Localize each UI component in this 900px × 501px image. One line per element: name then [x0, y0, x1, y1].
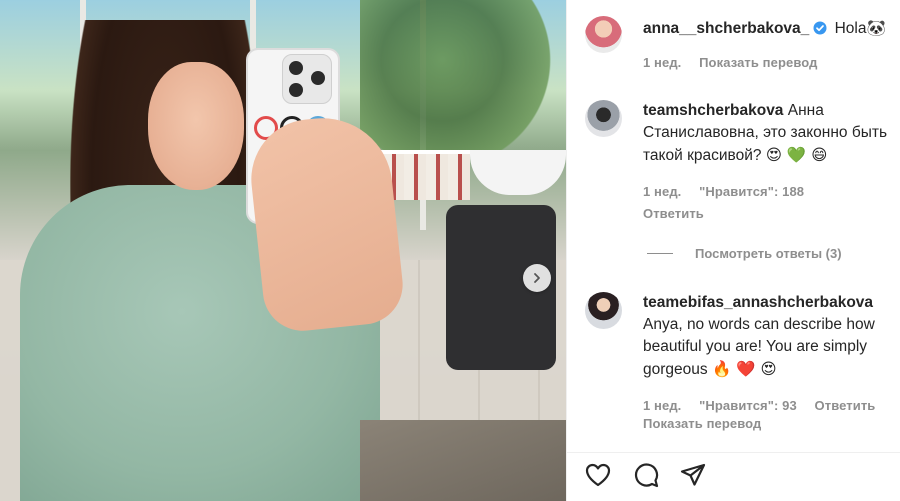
reply-button[interactable]: Ответить	[643, 206, 704, 221]
carousel-next-button[interactable]	[523, 264, 551, 292]
replies-divider	[647, 253, 673, 254]
comments-list: anna__shcherbakova_ Hola🐼 1 нед. Показат…	[567, 0, 900, 452]
caption-text: Hola	[834, 20, 867, 37]
show-translation-button[interactable]: Показать перевод	[699, 55, 817, 70]
timestamp[interactable]: 1 нед.	[643, 55, 681, 70]
comment-body: teamebifas_annashcherbakova Anya, no wor…	[643, 292, 889, 381]
comment-meta: 1 нед. "Нравится": 188	[643, 184, 818, 199]
avatar[interactable]	[585, 292, 622, 329]
post-photo	[0, 0, 566, 501]
comment-actions: Ответить	[643, 206, 718, 221]
author-username[interactable]: anna__shcherbakova_	[643, 20, 809, 37]
salon-sink	[470, 150, 566, 195]
likes-count[interactable]: "Нравится": 188	[699, 184, 804, 199]
verified-badge-icon	[813, 21, 827, 35]
comment-translation: Показать перевод	[643, 416, 775, 431]
share-icon	[680, 463, 706, 486]
camera-lens	[289, 61, 303, 75]
caption-meta: 1 нед. Показать перевод	[643, 55, 831, 70]
likes-count[interactable]: "Нравится": 93	[699, 398, 797, 413]
face	[148, 62, 244, 190]
heart-icon	[585, 463, 611, 487]
comment-body: teamshcherbakova Анна Станиславовна, это…	[643, 100, 889, 167]
comment-item: teamshcherbakova Анна Станиславовна, это…	[585, 100, 895, 230]
comment-meta: 1 нед. "Нравится": 93 Ответить	[643, 398, 889, 413]
caption-body: anna__shcherbakova_ Hola🐼	[643, 17, 889, 40]
comment-emojis: 😍 💚 😄	[765, 146, 828, 164]
phone-camera	[282, 54, 332, 104]
reply-button[interactable]: Ответить	[815, 398, 876, 413]
share-button[interactable]	[679, 461, 709, 491]
chevron-right-icon	[534, 273, 540, 283]
comment-item: teamebifas_annashcherbakova Anya, no wor…	[585, 292, 895, 442]
camera-lens	[289, 83, 303, 97]
camera-lens	[311, 71, 325, 85]
view-replies-button[interactable]: Посмотреть ответы (3)	[647, 246, 842, 261]
comment-username[interactable]: teamebifas_annashcherbakova	[643, 294, 873, 311]
like-button[interactable]	[584, 461, 614, 491]
wooden-table	[360, 420, 566, 501]
post-caption: anna__shcherbakova_ Hola🐼 1 нед. Показат…	[585, 16, 895, 76]
timestamp[interactable]: 1 нед.	[643, 398, 681, 413]
avatar[interactable]	[585, 100, 622, 137]
post-actions-bar	[567, 452, 900, 501]
timestamp[interactable]: 1 нед.	[643, 184, 681, 199]
panda-emoji: 🐼	[866, 19, 886, 37]
show-translation-button[interactable]: Показать перевод	[643, 416, 761, 431]
comment-icon	[634, 463, 659, 488]
background-trees	[360, 0, 566, 150]
view-replies-label: Посмотреть ответы (3)	[695, 246, 842, 261]
comment-emojis: 🔥 ❤️ 😍	[711, 360, 777, 378]
comments-panel: anna__shcherbakova_ Hola🐼 1 нед. Показат…	[566, 0, 900, 501]
comment-username[interactable]: teamshcherbakova	[643, 102, 783, 119]
avatar[interactable]	[585, 16, 622, 53]
comment-button[interactable]	[632, 461, 662, 491]
